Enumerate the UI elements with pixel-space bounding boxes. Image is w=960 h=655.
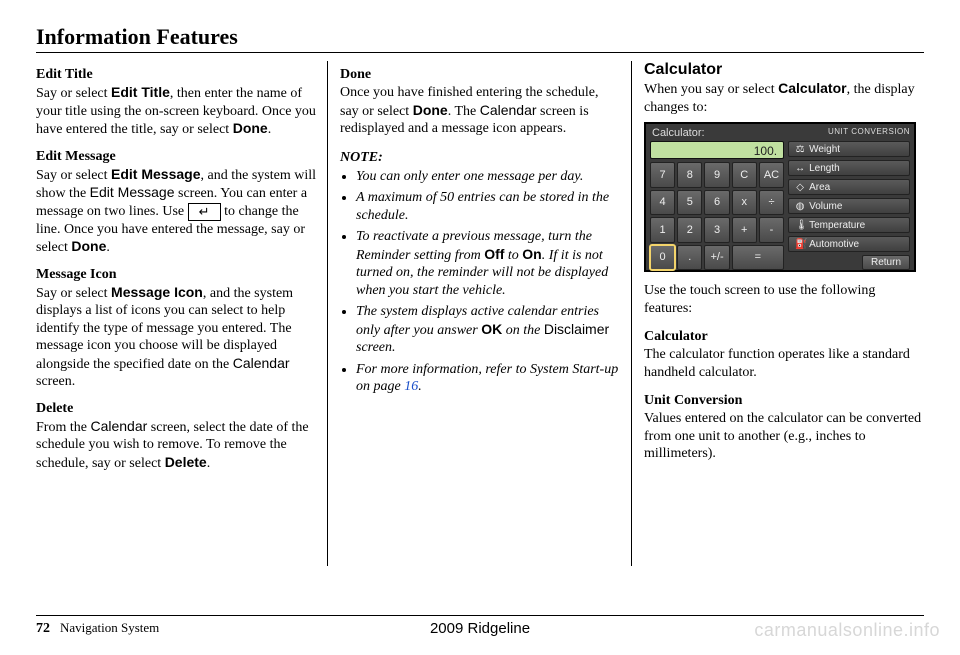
calc-key[interactable]: 4: [650, 190, 675, 216]
column-1: Edit Title Say or select Edit Title, the…: [36, 61, 328, 566]
message-icon-paragraph: Say or select Message Icon, and the syst…: [36, 284, 316, 391]
length-icon: ↔: [795, 163, 805, 174]
done-heading: Done: [340, 67, 620, 83]
unit-length-button[interactable]: ↔Length: [788, 160, 910, 176]
calc-display: 100.: [650, 141, 784, 159]
done-paragraph: Once you have finished entering the sche…: [340, 84, 620, 138]
footer-section: Navigation System: [60, 620, 159, 636]
delete-heading: Delete: [36, 401, 316, 417]
edit-message-heading: Edit Message: [36, 149, 316, 165]
edit-message-paragraph: Say or select Edit Message, and the syst…: [36, 166, 316, 257]
note-item: For more information, refer to System St…: [356, 361, 620, 396]
calculator-intro: When you say or select Calculator, the d…: [644, 80, 924, 116]
unit-weight-button[interactable]: ⚖Weight: [788, 141, 910, 157]
return-button[interactable]: Return: [862, 255, 910, 270]
automotive-icon: ⛽: [795, 239, 805, 250]
calc-key[interactable]: 1: [650, 217, 675, 243]
temperature-icon: 🌡: [795, 220, 805, 231]
calc-key[interactable]: .: [677, 245, 702, 271]
weight-icon: ⚖: [795, 144, 805, 155]
calc-key[interactable]: 3: [704, 217, 729, 243]
calc-key[interactable]: 0: [650, 245, 675, 271]
unit-conversion-heading: Unit Conversion: [644, 393, 924, 409]
note-item: To reactivate a previous message, turn t…: [356, 228, 620, 299]
calc-key[interactable]: =: [732, 245, 784, 271]
note-list: You can only enter one message per day. …: [340, 168, 620, 396]
calculator-heading: Calculator: [644, 61, 924, 79]
calc-key[interactable]: 7: [650, 162, 675, 188]
calc-key[interactable]: 2: [677, 217, 702, 243]
unit-area-button[interactable]: ◇Area: [788, 179, 910, 195]
calc-key[interactable]: 9: [704, 162, 729, 188]
page-number: 72: [36, 621, 50, 637]
area-icon: ◇: [795, 182, 805, 193]
enter-icon: ↵: [188, 203, 221, 221]
calc-key[interactable]: 8: [677, 162, 702, 188]
edit-title-paragraph: Say or select Edit Title, then enter the…: [36, 84, 316, 139]
calc-key[interactable]: 6: [704, 190, 729, 216]
column-2: Done Once you have finished entering the…: [328, 61, 632, 566]
unit-temperature-button[interactable]: 🌡Temperature: [788, 217, 910, 233]
title-rule: [36, 52, 924, 53]
calc-key[interactable]: x: [732, 190, 757, 216]
note-item: A maximum of 50 entries can be stored in…: [356, 189, 620, 224]
message-icon-heading: Message Icon: [36, 267, 316, 283]
calc-key[interactable]: +/-: [704, 245, 729, 271]
page-title: Information Features: [36, 24, 924, 50]
volume-icon: ◍: [795, 201, 805, 212]
calc-key[interactable]: 5: [677, 190, 702, 216]
content-columns: Edit Title Say or select Edit Title, the…: [36, 61, 924, 566]
edit-title-heading: Edit Title: [36, 67, 316, 83]
calculator-sub-heading: Calculator: [644, 329, 924, 345]
unit-volume-button[interactable]: ◍Volume: [788, 198, 910, 214]
calculator-sub-paragraph: The calculator function operates like a …: [644, 346, 924, 381]
unit-automotive-button[interactable]: ⛽Automotive: [788, 236, 910, 252]
calculator-screenshot: Calculator: UNIT CONVERSION 100. 7 8 9 C…: [644, 122, 916, 272]
calc-key[interactable]: -: [759, 217, 784, 243]
delete-paragraph: From the Calendar screen, select the dat…: [36, 418, 316, 473]
footer-model: 2009 Ridgeline: [430, 620, 530, 637]
note-heading: NOTE:: [340, 150, 620, 166]
calc-key[interactable]: +: [732, 217, 757, 243]
calc-key[interactable]: AC: [759, 162, 784, 188]
watermark: carmanualsonline.info: [754, 620, 940, 641]
calc-screen-title: Calculator:: [652, 127, 705, 139]
calc-keypad: 7 8 9 C AC 4 5 6 x ÷ 1 2 3: [650, 162, 784, 270]
unit-conversion-paragraph: Values entered on the calculator can be …: [644, 410, 924, 463]
use-touch-paragraph: Use the touch screen to use the followin…: [644, 282, 924, 317]
note-item: You can only enter one message per day.: [356, 168, 620, 186]
calc-key[interactable]: ÷: [759, 190, 784, 216]
unit-conversion-title: UNIT CONVERSION: [828, 127, 910, 139]
calc-key[interactable]: C: [732, 162, 757, 188]
note-item: The system displays active calendar entr…: [356, 303, 620, 357]
column-3: Calculator When you say or select Calcul…: [632, 61, 924, 566]
